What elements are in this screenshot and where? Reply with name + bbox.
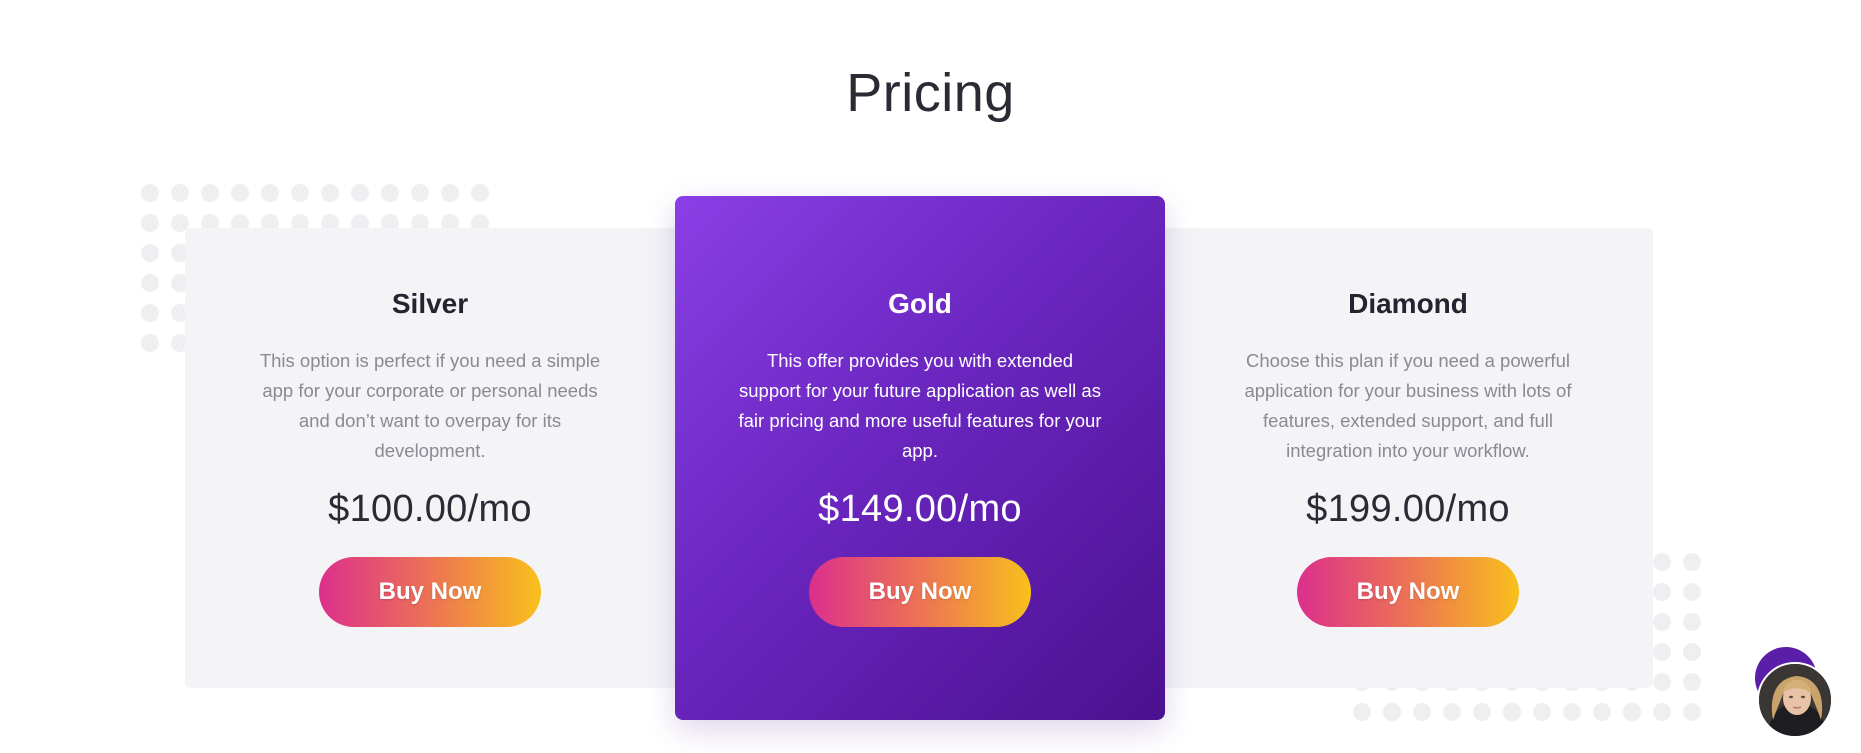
decorative-dot xyxy=(1383,703,1401,721)
decorative-dot xyxy=(1503,703,1521,721)
buy-now-button-gold[interactable]: Buy Now xyxy=(809,557,1031,627)
decorative-dot xyxy=(1653,703,1671,721)
decorative-dot xyxy=(351,184,369,202)
decorative-dot xyxy=(141,214,159,232)
plan-description: Choose this plan if you need a powerful … xyxy=(1244,350,1572,461)
buy-now-button-diamond[interactable]: Buy Now xyxy=(1297,557,1519,627)
decorative-dot xyxy=(321,184,339,202)
plan-card-gold: Gold This offer provides you with extend… xyxy=(675,196,1165,720)
decorative-dot xyxy=(441,184,459,202)
decorative-dot xyxy=(381,184,399,202)
plan-price: $100.00/mo xyxy=(328,488,532,530)
decorative-dot xyxy=(1563,703,1581,721)
plan-card-silver: Silver This option is perfect if you nee… xyxy=(185,228,675,688)
decorative-dot xyxy=(411,184,429,202)
decorative-dot xyxy=(201,184,219,202)
plan-name: Silver xyxy=(391,288,469,319)
decorative-dot xyxy=(261,184,279,202)
decorative-dot xyxy=(1683,553,1701,571)
decorative-dot xyxy=(291,184,309,202)
decorative-dot xyxy=(141,274,159,292)
plan-price: $199.00/mo xyxy=(1306,488,1510,530)
decorative-dot xyxy=(1473,703,1491,721)
decorative-dot xyxy=(1653,613,1671,631)
decorative-dot xyxy=(141,334,159,352)
buy-now-button-silver[interactable]: Buy Now xyxy=(319,557,541,627)
decorative-dot xyxy=(1683,703,1701,721)
chat-avatar-icon[interactable] xyxy=(1757,662,1833,738)
decorative-dot xyxy=(1443,703,1461,721)
decorative-dot xyxy=(1683,673,1701,691)
decorative-dot xyxy=(1413,703,1431,721)
decorative-dot xyxy=(1653,673,1671,691)
decorative-dot xyxy=(141,244,159,262)
decorative-dot xyxy=(1653,553,1671,571)
decorative-dot xyxy=(1533,703,1551,721)
decorative-dot xyxy=(1653,643,1671,661)
chat-widget[interactable] xyxy=(1755,647,1833,739)
decorative-dot xyxy=(1623,703,1641,721)
plan-card-diamond: Diamond Choose this plan if you need a p… xyxy=(1163,228,1653,688)
plan-price: $149.00/mo xyxy=(818,488,1022,530)
plan-description: This option is perfect if you need a sim… xyxy=(259,350,601,461)
decorative-dot xyxy=(1653,583,1671,601)
plan-name: Diamond xyxy=(1348,288,1468,319)
decorative-dot xyxy=(231,184,249,202)
decorative-dot xyxy=(1683,643,1701,661)
plan-name: Gold xyxy=(888,288,952,319)
decorative-dot xyxy=(471,184,489,202)
decorative-dot xyxy=(1353,703,1371,721)
page-title: Pricing xyxy=(846,63,1015,123)
decorative-dot xyxy=(141,304,159,322)
decorative-dot xyxy=(1593,703,1611,721)
decorative-dot xyxy=(1683,583,1701,601)
decorative-dot xyxy=(141,184,159,202)
decorative-dot xyxy=(171,184,189,202)
plan-description: This offer provides you with extended su… xyxy=(738,350,1102,461)
decorative-dot xyxy=(1683,613,1701,631)
